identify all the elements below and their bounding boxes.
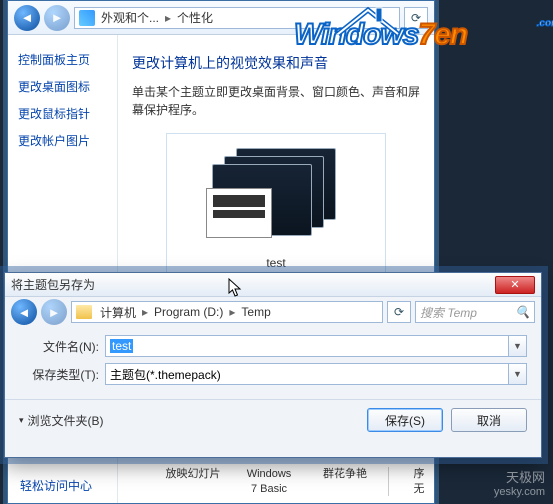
- filename-dropdown[interactable]: ▼: [509, 335, 527, 357]
- filename-label: 文件名(N):: [19, 338, 99, 355]
- appearance-icon: [79, 10, 95, 26]
- close-icon: ✕: [510, 278, 519, 291]
- theme-name-label: test: [177, 256, 375, 270]
- filename-input[interactable]: test: [105, 335, 509, 357]
- address-bar[interactable]: 外观和个... ▸ 个性化: [74, 7, 400, 29]
- path-drive[interactable]: Program (D:): [154, 305, 223, 319]
- save-button[interactable]: 保存(S): [367, 408, 443, 432]
- slideshow-cell[interactable]: 放映幻灯片: [160, 467, 226, 496]
- sidebar-control-panel-home[interactable]: 控制面板主页: [18, 51, 107, 68]
- nav-back-button[interactable]: ◄: [14, 5, 40, 31]
- close-button[interactable]: ✕: [495, 276, 535, 294]
- path-folder[interactable]: Temp: [241, 305, 270, 319]
- sidebar-change-mouse-pointers[interactable]: 更改鼠标指针: [18, 105, 107, 122]
- breadcrumb-level1[interactable]: 外观和个...: [101, 9, 159, 26]
- ease-of-access-link[interactable]: 轻松访问中心: [20, 477, 92, 494]
- filetype-dropdown[interactable]: ▼: [509, 363, 527, 385]
- filetype-select[interactable]: 主题包(*.themepack): [105, 363, 509, 385]
- dialog-nav-forward[interactable]: ►: [41, 299, 67, 325]
- folder-icon: [76, 305, 92, 319]
- search-icon: 🔍: [515, 305, 530, 319]
- sidebar-change-desktop-icons[interactable]: 更改桌面图标: [18, 78, 107, 95]
- path-computer[interactable]: 计算机: [100, 304, 136, 321]
- sounds-cell[interactable]: 群花争艳: [312, 467, 378, 496]
- dialog-nav-row: ◄ ► 计算机 ▸ Program (D:) ▸ Temp ⟳ 搜索 Temp …: [5, 297, 541, 327]
- dialog-refresh-button[interactable]: ⟳: [387, 301, 411, 323]
- dialog-titlebar[interactable]: 将主题包另存为 ✕: [5, 273, 541, 297]
- filetype-label: 保存类型(T):: [19, 366, 99, 383]
- search-placeholder: 搜索 Temp: [420, 304, 477, 321]
- chevron-right-icon: ▸: [165, 11, 171, 25]
- theme-thumbnail[interactable]: [206, 148, 346, 248]
- yesky-watermark: 天极网 yesky.com: [494, 467, 545, 498]
- dialog-title-text: 将主题包另存为: [11, 276, 95, 293]
- personalization-bottom-row: 放映幻灯片 Windows7 Basic 群花争艳 序无: [160, 467, 439, 496]
- page-heading: 更改计算机上的视觉效果和声音: [132, 53, 420, 73]
- sidebar-change-account-picture[interactable]: 更改帐户图片: [18, 132, 107, 149]
- explorer-toolbar: ◄ ► 外观和个... ▸ 个性化 ⟳: [8, 1, 434, 35]
- cancel-button[interactable]: 取消: [451, 408, 527, 432]
- screensaver-cell[interactable]: 序无: [399, 467, 439, 496]
- breadcrumb-level2[interactable]: 个性化: [177, 9, 213, 26]
- save-as-dialog: 将主题包另存为 ✕ ◄ ► 计算机 ▸ Program (D:) ▸ Temp …: [4, 272, 542, 458]
- page-description: 单击某个主题立即更改桌面背景、窗口颜色、声音和屏幕保护程序。: [132, 83, 420, 119]
- dialog-address-bar[interactable]: 计算机 ▸ Program (D:) ▸ Temp: [71, 301, 383, 323]
- refresh-button[interactable]: ⟳: [404, 7, 428, 29]
- browse-folders-toggle[interactable]: ▾ 浏览文件夹(B): [19, 412, 104, 429]
- nav-forward-button[interactable]: ►: [44, 5, 70, 31]
- dialog-nav-back[interactable]: ◄: [11, 299, 37, 325]
- window-color-cell[interactable]: Windows7 Basic: [236, 467, 302, 496]
- chevron-right-icon: ▸: [142, 305, 148, 319]
- chevron-down-icon: ▾: [19, 415, 24, 426]
- dialog-search-input[interactable]: 搜索 Temp 🔍: [415, 301, 535, 323]
- chevron-right-icon: ▸: [229, 305, 235, 319]
